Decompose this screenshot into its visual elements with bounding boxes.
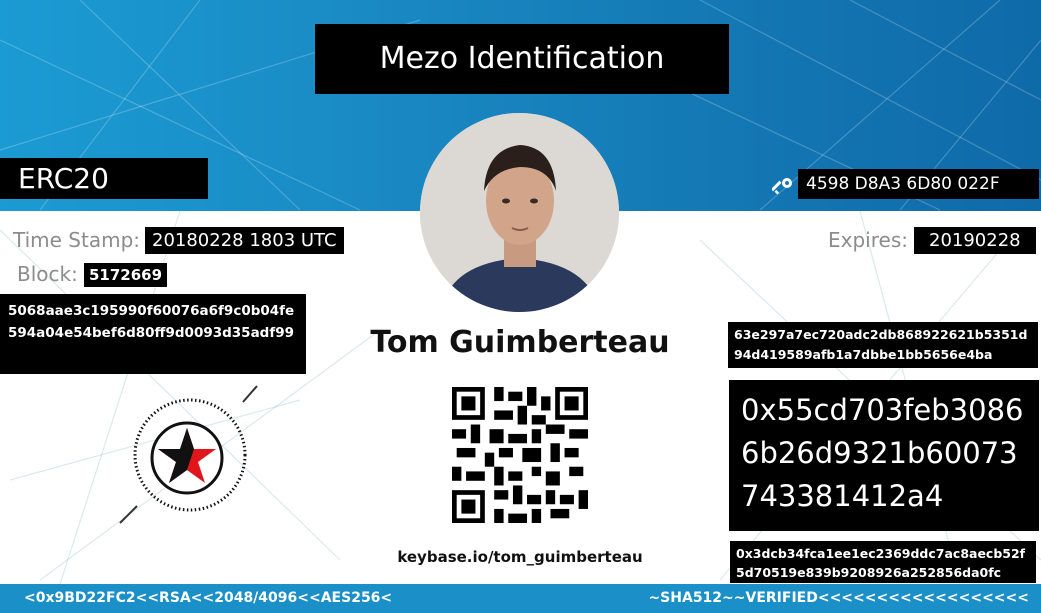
profile-photo	[420, 113, 619, 312]
footer-band: <0x9BD22FC2<<RSA<<2048/4096<<AES256< ~SH…	[0, 584, 1041, 613]
wallet-address: 0x55cd703feb30866b26d9321b60073743381412…	[729, 380, 1039, 531]
id-card: Mezo Identification ERC20 4598 D8A3 6D80…	[0, 0, 1041, 613]
timestamp-value: 20180228 1803 UTC	[145, 227, 344, 254]
left-hash: 5068aae3c195990f60076a6f9c0b04fe594a04e5…	[0, 294, 306, 374]
holder-name: Tom Guimberteau	[370, 325, 670, 360]
red-black-star-icon	[119, 385, 258, 524]
key-fingerprint: 4598 D8A3 6D80 022F	[798, 169, 1039, 199]
block-value: 5172669	[84, 263, 168, 287]
right-hash-bottom: 0x3dcb34fca1ee1ec2369ddc7ac8aecb52f5d705…	[730, 541, 1036, 583]
right-hash-top: 63e297a7ec720adc2db868922621b5351d94d419…	[728, 322, 1038, 368]
footer-left-code: <0x9BD22FC2<<RSA<<2048/4096<<AES256<	[24, 590, 393, 606]
token-type-badge: ERC20	[0, 158, 208, 199]
key-icon	[772, 178, 792, 195]
timestamp-label: Time Stamp:	[13, 228, 141, 252]
block-label: Block:	[17, 262, 78, 286]
expires-value: 20190228	[914, 227, 1036, 254]
card-title: Mezo Identification	[315, 24, 729, 94]
footer-right-code: ~SHA512~~VERIFIED<<<<<<<<<<<<<<<<<<	[648, 590, 1029, 606]
expires-label: Expires:	[828, 228, 908, 252]
keybase-link[interactable]: keybase.io/tom_guimberteau	[330, 548, 710, 566]
qr-code	[452, 387, 588, 523]
